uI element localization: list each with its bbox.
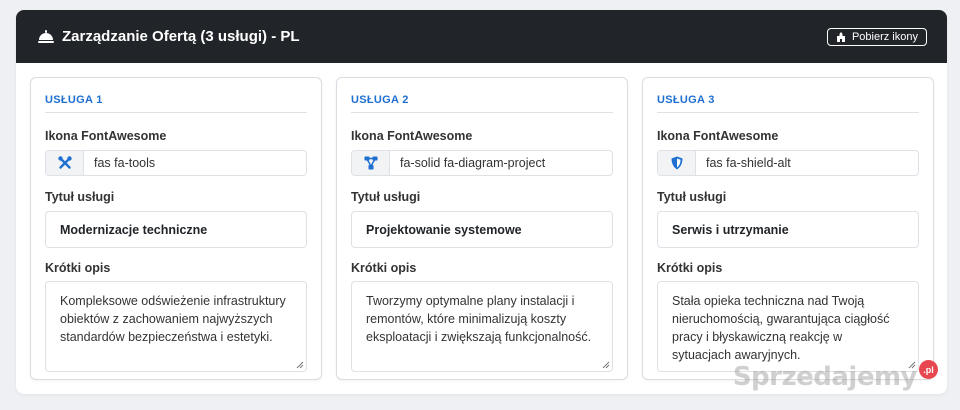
service-label: USŁUGA 2 [351,94,409,106]
icon-input-group: fa-solid fa-diagram-project [351,150,613,176]
icon-input-group: fas fa-tools [45,150,307,176]
page-title: Zarządzanie Ofertą (3 usługi) - PL [62,28,300,45]
icon-input-group: fas fa-shield-alt [657,150,919,176]
service-card-2: USŁUGA 2 Ikona FontAwesome fa-solid fa-d… [336,77,628,380]
service-description-textarea[interactable]: Stała opieka techniczna nad Twoją nieruc… [657,281,919,372]
watermark: Sprzedajemy .pl [732,360,938,392]
service-description-textarea[interactable]: Tworzymy optymalne plany instalacji i re… [351,281,613,372]
icon-preview [46,151,84,175]
service-label: USŁUGA 1 [45,94,103,106]
icon-field-label: Ikona FontAwesome [351,129,473,143]
service-label: USŁUGA 3 [657,94,715,106]
icon-class-input[interactable]: fas fa-shield-alt [696,151,918,175]
description-text: Kompleksowe odświeżenie infrastruktury o… [60,294,286,344]
service-header: USŁUGA 1 [45,78,307,113]
download-icons-button[interactable]: Pobierz ikony [826,27,927,46]
diagram-project-icon [364,156,377,170]
shield-alt-icon [671,156,682,170]
service-card-3: USŁUGA 3 Ikona FontAwesome fas fa-shield… [642,77,934,380]
icon-preview [352,151,390,175]
icon-class-input[interactable]: fas fa-tools [84,151,306,175]
description-field-label: Krótki opis [351,261,417,275]
resize-grip-icon[interactable] [296,361,304,369]
bell-concierge-icon [38,29,54,43]
header-left: Zarządzanie Ofertą (3 usługi) - PL [38,28,300,45]
watermark-text: Sprzedajemy [732,362,918,392]
service-title-input[interactable]: Projektowanie systemowe [351,211,613,248]
description-text: Tworzymy optymalne plany instalacji i re… [366,294,592,344]
service-title-input[interactable]: Serwis i utrzymanie [657,211,919,248]
icon-class-input[interactable]: fa-solid fa-diagram-project [390,151,612,175]
service-header: USŁUGA 3 [657,78,919,113]
building-icon [836,31,845,42]
watermark-badge: .pl [919,360,938,379]
title-field-label: Tytuł usługi [45,190,115,204]
offer-management-card: Zarządzanie Ofertą (3 usługi) - PL Pobie… [16,10,947,394]
icon-field-label: Ikona FontAwesome [45,129,167,143]
service-header: USŁUGA 2 [351,78,613,113]
description-field-label: Krótki opis [45,261,111,275]
services-row: USŁUGA 1 Ikona FontAwesome fas fa-tools … [30,77,934,380]
description-text: Stała opieka techniczna nad Twoją nieruc… [672,294,890,362]
resize-grip-icon[interactable] [602,361,610,369]
tools-icon [57,156,72,169]
service-card-1: USŁUGA 1 Ikona FontAwesome fas fa-tools … [30,77,322,380]
download-icons-label: Pobierz ikony [851,30,918,43]
icon-field-label: Ikona FontAwesome [657,129,779,143]
description-field-label: Krótki opis [657,261,723,275]
service-title-input[interactable]: Modernizacje techniczne [45,211,307,248]
service-description-textarea[interactable]: Kompleksowe odświeżenie infrastruktury o… [45,281,307,372]
icon-preview [658,151,696,175]
card-header: Zarządzanie Ofertą (3 usługi) - PL Pobie… [16,10,947,63]
title-field-label: Tytuł usługi [657,190,727,204]
title-field-label: Tytuł usługi [351,190,421,204]
